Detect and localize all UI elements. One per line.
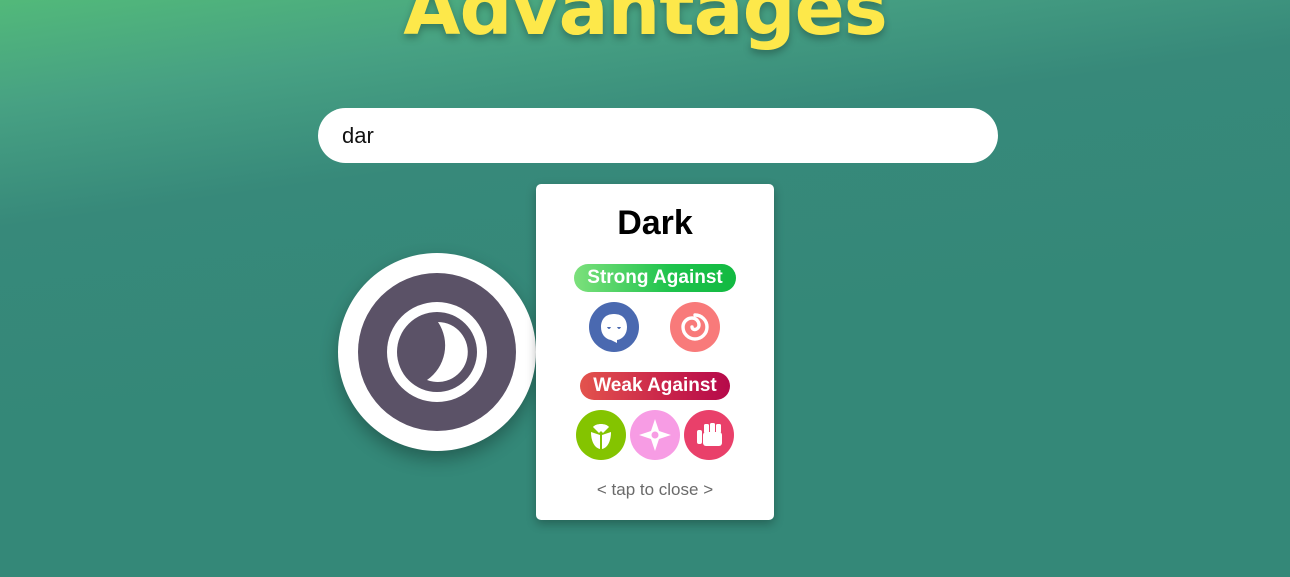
strong-against-label: Strong Against [574, 264, 736, 292]
selected-type-badge[interactable] [338, 253, 536, 451]
card-title: Dark [617, 204, 693, 242]
spiral-icon[interactable] [670, 302, 720, 352]
sparkle-icon[interactable] [630, 410, 680, 460]
moon-icon [358, 273, 516, 431]
ghost-icon[interactable] [589, 302, 639, 352]
tap-to-close-hint[interactable]: < tap to close > [536, 480, 774, 500]
search-input[interactable] [318, 108, 998, 163]
page-title: Advantages [403, 0, 888, 52]
fist-icon[interactable] [684, 410, 734, 460]
type-advantage-card[interactable]: Dark Strong Against Weak Against < tap t… [536, 184, 774, 520]
bug-icon[interactable] [576, 410, 626, 460]
weak-against-label: Weak Against [580, 372, 730, 400]
